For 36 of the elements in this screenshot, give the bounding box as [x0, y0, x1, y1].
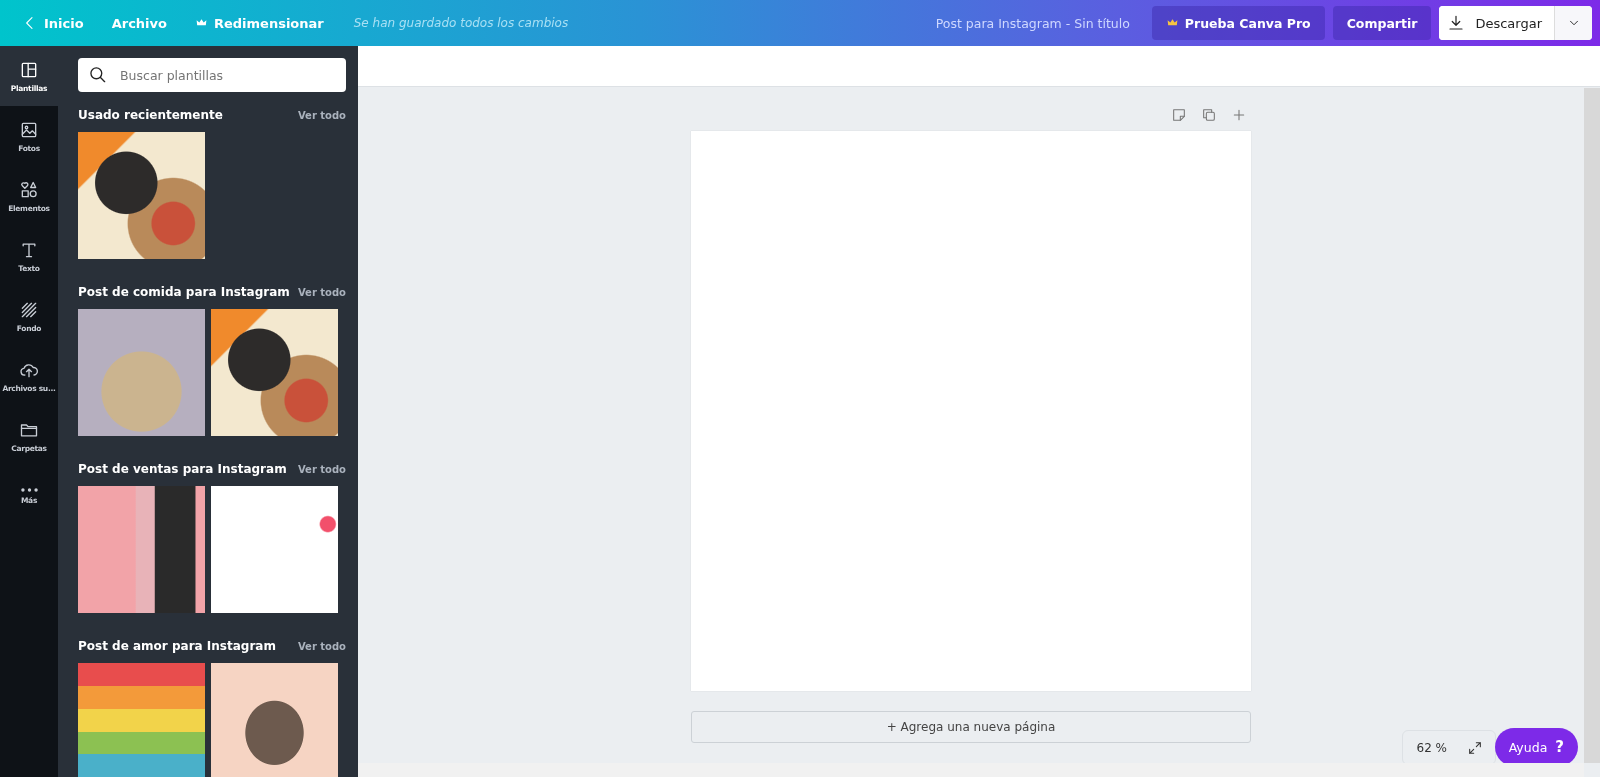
download-options-button[interactable] — [1554, 6, 1592, 40]
try-pro-button[interactable]: Prueba Canva Pro — [1151, 6, 1325, 40]
rainbow-template-thumbnail[interactable] — [78, 663, 205, 777]
search-field[interactable]: Buscar plantillas — [78, 58, 346, 92]
food-template-thumbnail[interactable] — [211, 309, 338, 436]
add-page-button[interactable]: + Agrega una nueva página — [691, 711, 1251, 743]
section-title: Post de comida para Instagram — [78, 285, 290, 299]
zoom-control[interactable]: 62 % — [1401, 730, 1496, 765]
see-all-link[interactable]: Ver todo — [297, 109, 346, 121]
dessert-photo-thumbnail[interactable] — [78, 309, 205, 436]
help-button[interactable]: Ayuda ? — [1494, 728, 1578, 766]
design-page[interactable] — [691, 131, 1251, 691]
note-icon — [1171, 107, 1187, 123]
more-icon — [20, 487, 38, 492]
copy-icon — [1201, 107, 1217, 123]
plus-icon — [1231, 107, 1247, 123]
vertical-scrollbar[interactable] — [1584, 88, 1600, 763]
section-title: Post de amor para Instagram — [78, 639, 276, 653]
search-icon — [88, 65, 108, 85]
zoom-level: 62 % — [1416, 740, 1447, 755]
see-all-link[interactable]: Ver todo — [297, 640, 346, 652]
couple-photo-thumbnail[interactable] — [211, 663, 338, 777]
shapes-icon — [19, 179, 39, 200]
share-button[interactable]: Compartir — [1332, 6, 1432, 40]
section-title: Usado recientemente — [78, 108, 223, 122]
save-status: Se han guardado todos los cambios — [353, 16, 569, 30]
sale-template-thumbnail[interactable] — [211, 486, 338, 613]
food-template-thumbnail[interactable] — [78, 132, 205, 259]
horizontal-scrollbar[interactable] — [358, 763, 1584, 777]
expand-icon — [1467, 739, 1483, 756]
question-mark-icon: ? — [1555, 738, 1564, 756]
fashion-photo-thumbnail[interactable] — [78, 486, 205, 613]
see-all-link[interactable]: Ver todo — [297, 286, 346, 298]
see-all-link[interactable]: Ver todo — [297, 463, 346, 475]
section-title: Post de ventas para Instagram — [78, 462, 287, 476]
design-title[interactable]: Post para Instagram - Sin título — [935, 15, 1130, 31]
